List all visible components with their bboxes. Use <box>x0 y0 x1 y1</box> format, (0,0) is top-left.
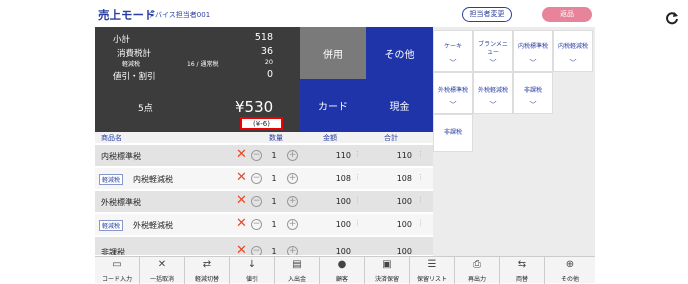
more-icon[interactable]: ⋮ <box>354 173 361 181</box>
reprint-button[interactable]: ⎙ 再出力 <box>455 257 500 284</box>
tax-label: 消費税計 <box>117 49 152 59</box>
plus-icon[interactable]: + <box>287 150 298 161</box>
standard-tax-label: 16 / 通常税 <box>187 61 219 68</box>
chevron-down-icon: ﹀ <box>529 101 537 109</box>
plus-icon[interactable]: + <box>287 219 298 230</box>
category-brand-menu[interactable]: ブランメニュー ﹀ <box>473 30 513 72</box>
tax-value: 36 <box>260 46 273 57</box>
table-header: 商品名 数量 金額 合計 <box>95 132 433 143</box>
bottom-toolbar: ▭ コード入力 ✕ 一括取消 ⇄ 軽減切替 ↓ 値引 ▤ 入出金 ● 顧客 ▣ 決済保留 ☰ 保… <box>95 256 595 284</box>
plus-icon[interactable]: + <box>287 173 298 184</box>
payment-hold-button[interactable]: ▣ 決済保留 <box>365 257 410 284</box>
plus-icon[interactable]: + <box>287 246 298 255</box>
category-non-taxable-2[interactable]: 非課税 <box>433 114 473 152</box>
minus-icon[interactable]: − <box>251 246 262 255</box>
more-icon[interactable]: ⋮ <box>417 196 424 204</box>
category-cake[interactable]: ケーキ ﹀ <box>433 30 473 72</box>
category-inclusive-reduced[interactable]: 内税軽減税 ﹀ <box>553 30 593 72</box>
chevron-down-icon: ﹀ <box>529 59 537 67</box>
reduced-tax-value: 20 <box>264 58 273 66</box>
discount-icon: ↓ <box>247 259 257 270</box>
chevron-down-icon: ﹀ <box>489 59 497 67</box>
discount-button[interactable]: ↓ 値引 <box>230 257 275 284</box>
delete-icon[interactable]: ✕ <box>236 148 247 162</box>
pos-screen: 売上モード デバイス担当者001 担当者変更 返品 小計 518 消費税計 36… <box>0 0 688 284</box>
person-icon: ● <box>337 259 347 270</box>
exchange-button[interactable]: ⇆ 両替 <box>500 257 545 284</box>
code-input-button[interactable]: ▭ コード入力 <box>95 257 140 284</box>
col-price: 金額 <box>323 134 337 142</box>
plus-icon: ⊕ <box>565 259 575 270</box>
delete-icon[interactable]: ✕ <box>236 244 247 256</box>
item-count: 5点 <box>138 104 153 114</box>
cancel-all-button[interactable]: ✕ 一括取消 <box>140 257 185 284</box>
staff-name: デバイス担当者001 <box>148 11 211 19</box>
cash-in-out-button[interactable]: ▤ 入出金 <box>275 257 320 284</box>
discount-label: 値引・割引 <box>113 72 156 82</box>
discount-note: (¥-6) <box>240 117 283 130</box>
col-qty: 数量 <box>269 134 283 142</box>
more-icon[interactable]: ⋮ <box>417 150 424 158</box>
reduced-tax-label: 軽減税 <box>122 61 141 68</box>
card-payment-button[interactable]: カード <box>300 79 366 132</box>
table-row[interactable]: 軽減税 外税軽減税 ✕ − 1 + 100 ⋮ 100 ⋮ <box>95 214 433 236</box>
list-icon: ☰ <box>427 259 437 270</box>
reduced-tax-tag: 軽減税 <box>99 174 124 185</box>
category-exclusive-reduced[interactable]: 外税軽減税 ﹀ <box>473 72 513 114</box>
delete-icon[interactable]: ✕ <box>236 194 247 208</box>
category-exclusive-standard[interactable]: 外税標準税 ﹀ <box>433 72 473 114</box>
more-button[interactable]: ⊕ その他 <box>545 257 595 284</box>
hold-icon: ▣ <box>382 259 392 270</box>
category-inclusive-standard[interactable]: 内税標準税 ﹀ <box>513 30 553 72</box>
table-row[interactable]: 軽減税 内税軽減税 ✕ − 1 + 108 ⋮ 108 ⋮ <box>95 168 433 190</box>
x-icon: ✕ <box>157 259 167 270</box>
printer-icon: ⎙ <box>473 259 481 270</box>
subtotal-label: 小計 <box>113 35 131 45</box>
more-icon[interactable]: ⋮ <box>354 219 361 227</box>
delete-icon[interactable]: ✕ <box>236 171 247 185</box>
minus-icon[interactable]: − <box>251 150 262 161</box>
cash-payment-button[interactable]: 現金 <box>366 79 433 132</box>
table-row[interactable]: 外税標準税 ✕ − 1 + 100 ⋮ 100 ⋮ <box>95 191 433 213</box>
plus-icon[interactable]: + <box>287 196 298 207</box>
reduced-tax-tag: 軽減税 <box>99 220 124 231</box>
more-icon[interactable]: ⋮ <box>417 219 424 227</box>
returns-button[interactable]: 返品 <box>542 7 592 22</box>
table-row[interactable]: 内税標準税 ✕ − 1 + 110 ⋮ 110 ⋮ <box>95 145 433 167</box>
chevron-down-icon: ﹀ <box>569 59 577 67</box>
exchange-icon: ⇆ <box>517 259 527 270</box>
hold-list-button[interactable]: ☰ 保留リスト <box>410 257 455 284</box>
barcode-icon: ▭ <box>112 259 122 270</box>
category-non-taxable[interactable]: 非課税 ﹀ <box>513 72 553 114</box>
customer-button[interactable]: ● 顧客 <box>320 257 365 284</box>
minus-icon[interactable]: − <box>251 219 262 230</box>
discount-value: 0 <box>266 69 273 80</box>
other-payment-button[interactable]: その他 <box>366 27 433 79</box>
more-icon[interactable]: ⋮ <box>354 150 361 158</box>
minus-icon[interactable]: − <box>251 173 262 184</box>
sales-summary: 小計 518 消費税計 36 軽減税 16 / 通常税 20 値引・割引 0 5… <box>95 27 300 132</box>
col-name: 商品名 <box>101 134 122 142</box>
header: 売上モード デバイス担当者001 担当者変更 返品 <box>92 4 678 26</box>
delete-icon[interactable]: ✕ <box>236 217 247 231</box>
more-icon[interactable]: ⋮ <box>417 173 424 181</box>
total-amount: ¥530 <box>235 98 274 116</box>
mode-title: 売上モード <box>98 8 156 22</box>
refresh-icon[interactable] <box>665 11 679 25</box>
table-row[interactable]: 非課税 ✕ − 1 + 100 100 <box>95 237 433 256</box>
chevron-down-icon: ﹀ <box>449 59 457 67</box>
chevron-down-icon: ﹀ <box>449 101 457 109</box>
subtotal-value: 518 <box>254 32 273 43</box>
more-icon[interactable]: ⋮ <box>354 196 361 204</box>
col-total: 合計 <box>384 134 398 142</box>
combined-payment-button[interactable]: 併用 <box>300 27 366 79</box>
chevron-down-icon: ﹀ <box>489 101 497 109</box>
switch-icon: ⇄ <box>202 259 212 270</box>
reduced-switch-button[interactable]: ⇄ 軽減切替 <box>185 257 230 284</box>
change-staff-button[interactable]: 担当者変更 <box>462 7 512 22</box>
minus-icon[interactable]: − <box>251 196 262 207</box>
cashbox-icon: ▤ <box>292 259 302 270</box>
